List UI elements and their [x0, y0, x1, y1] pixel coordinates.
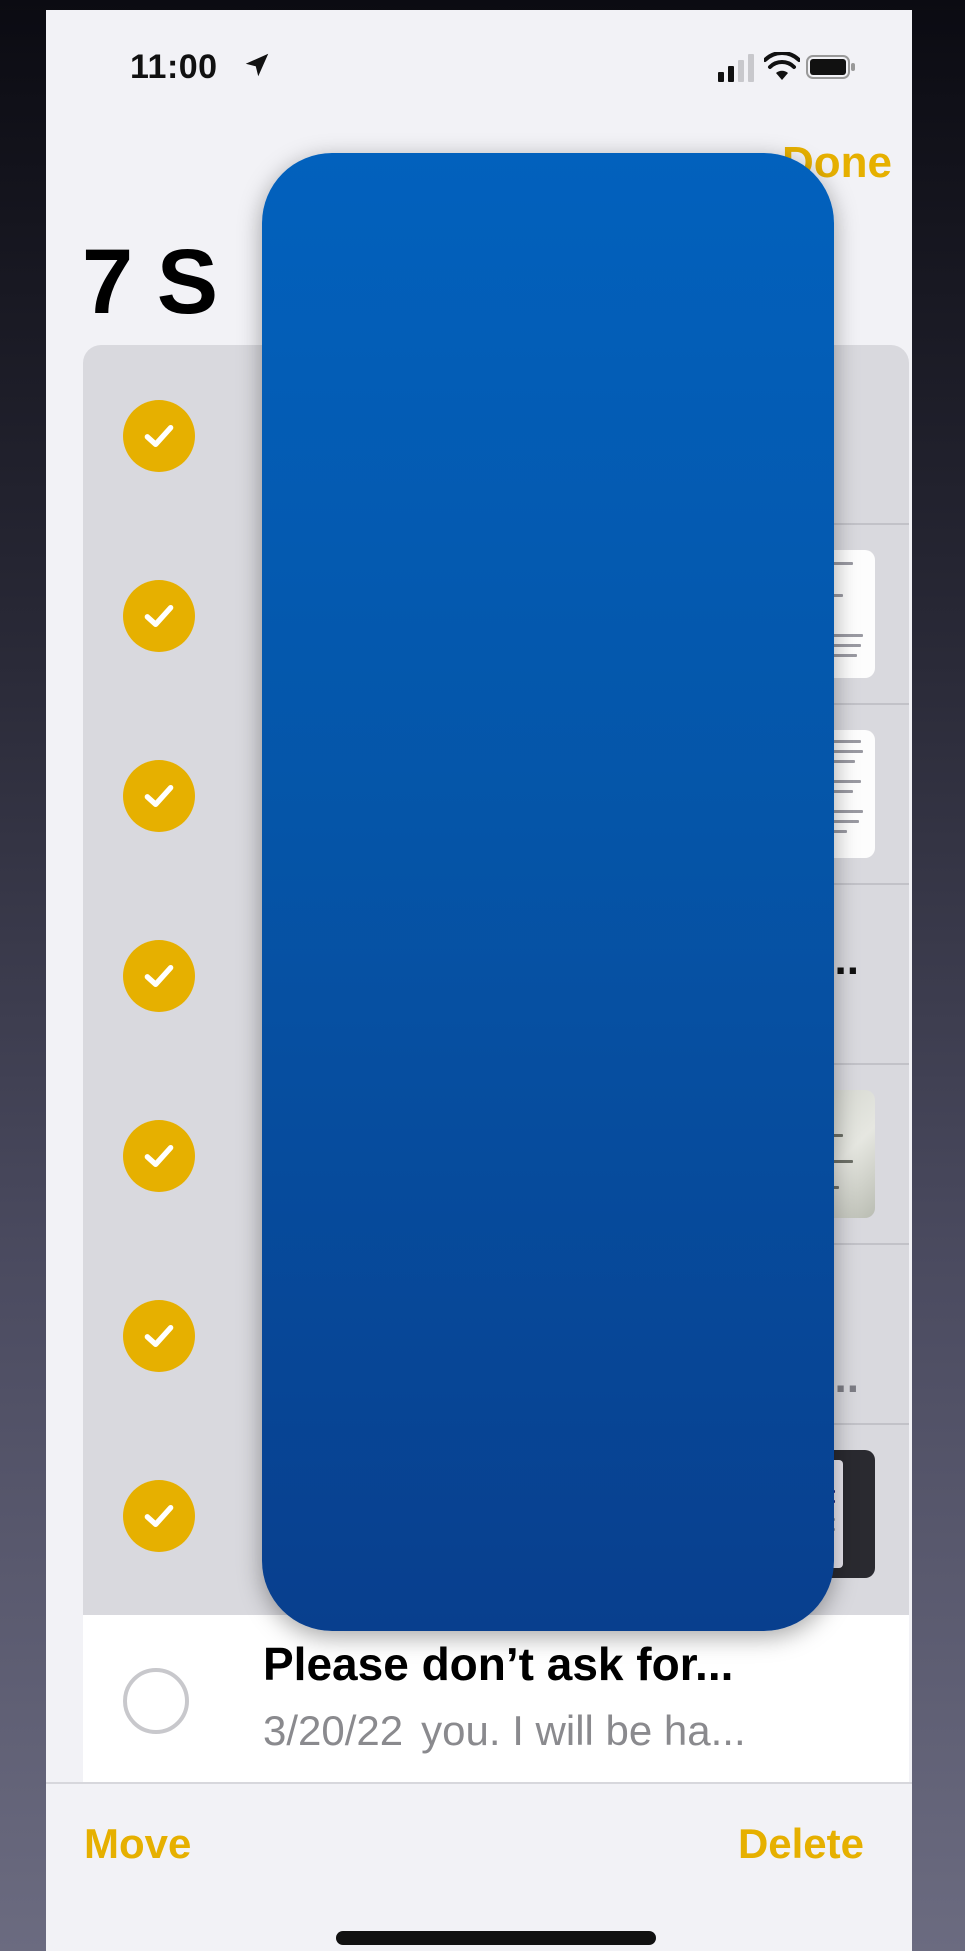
note-preview: you. I will be ha... — [421, 1707, 746, 1754]
note-date: 3/20/22 — [263, 1707, 404, 1754]
move-button[interactable]: Move — [84, 1820, 191, 1868]
drag-preview-overlay — [262, 153, 834, 1631]
unchecked-circle-icon[interactable] — [123, 1668, 189, 1734]
checkmark-circle-icon[interactable] — [123, 940, 195, 1012]
checkmark-circle-icon[interactable] — [123, 580, 195, 652]
checkmark-circle-icon[interactable] — [123, 760, 195, 832]
home-indicator[interactable] — [336, 1931, 656, 1945]
status-bar: 11:00 — [46, 10, 912, 120]
status-time: 11:00 — [130, 48, 218, 86]
toolbar-divider — [46, 1782, 912, 1784]
battery-icon — [806, 55, 855, 79]
note-meta: 3/20/22 you. I will be ha... — [263, 1707, 746, 1755]
note-title: Please don’t ask for... — [263, 1638, 734, 1690]
delete-button[interactable]: Delete — [738, 1820, 864, 1868]
checkmark-circle-icon[interactable] — [123, 1300, 195, 1372]
phone-screen: 11:00 Done 7 S /... Please don’t ask for… — [46, 10, 912, 1951]
checkmark-circle-icon[interactable] — [123, 1120, 195, 1192]
list-item[interactable]: Please don’t ask for... 3/20/22 you. I wi… — [83, 1615, 909, 1783]
wifi-icon — [764, 52, 800, 80]
location-arrow-icon — [245, 53, 269, 77]
checkmark-circle-icon[interactable] — [123, 400, 195, 472]
page-title: 7 S — [82, 231, 218, 333]
checkmark-circle-icon[interactable] — [123, 1480, 195, 1552]
signal-icon — [718, 54, 754, 82]
